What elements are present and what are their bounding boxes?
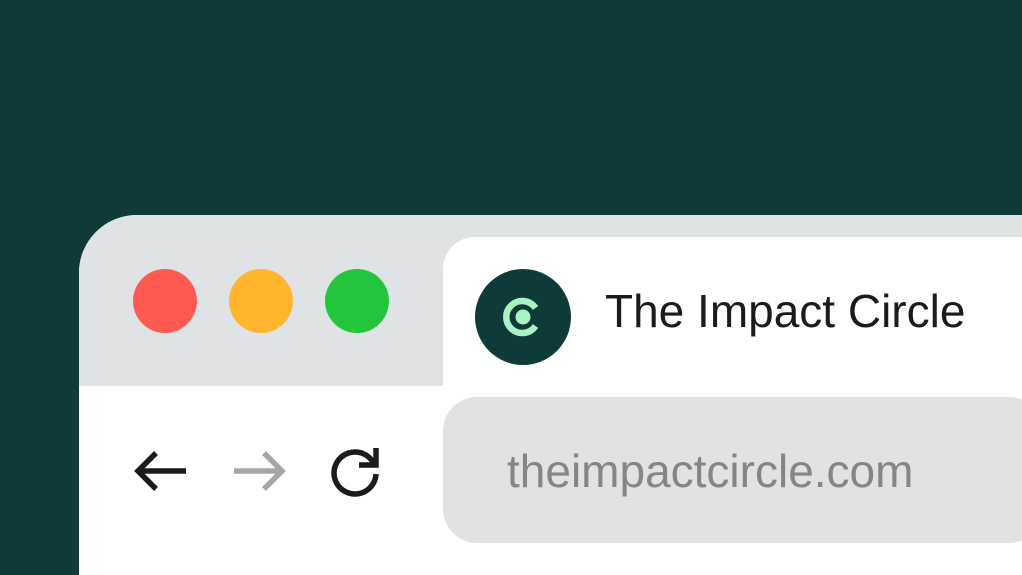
reload-icon	[331, 448, 379, 497]
browser-window: The Impact Circle theimpactcircle.com	[79, 215, 1022, 575]
site-favicon	[475, 269, 571, 365]
c-logo-icon	[503, 297, 539, 337]
arrow-right-icon	[234, 451, 286, 491]
forward-button[interactable]	[229, 443, 289, 499]
reload-button[interactable]	[327, 443, 387, 499]
url-text: theimpactcircle.com	[507, 445, 914, 497]
address-bar[interactable]: theimpactcircle.com	[443, 397, 1022, 543]
active-tab[interactable]: The Impact Circle	[443, 237, 1022, 387]
close-window-button[interactable]	[133, 269, 197, 333]
arrow-left-icon	[134, 451, 186, 491]
maximize-window-button[interactable]	[325, 269, 389, 333]
tab-title: The Impact Circle	[605, 285, 966, 337]
minimize-window-button[interactable]	[229, 269, 293, 333]
back-button[interactable]	[131, 443, 191, 499]
